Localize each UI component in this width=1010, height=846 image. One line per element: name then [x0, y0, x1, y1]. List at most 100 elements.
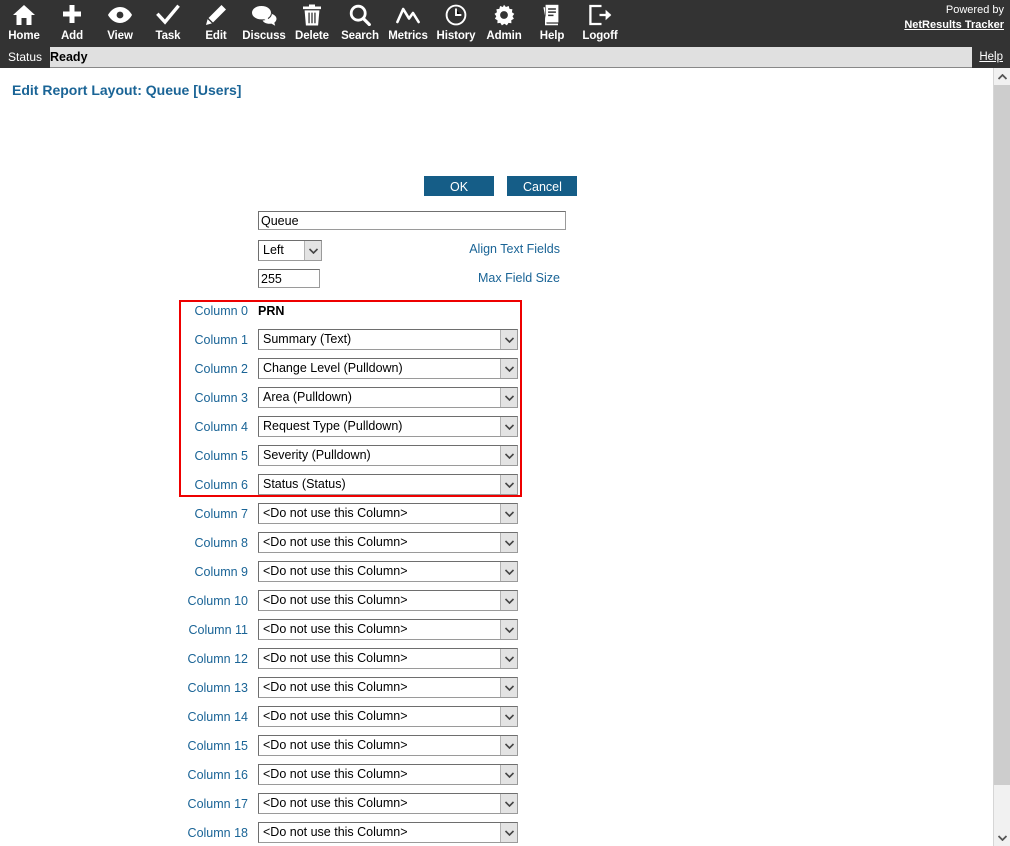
toolbar-item-admin[interactable]: Admin — [480, 0, 528, 47]
toolbar-item-label: Discuss — [242, 30, 286, 42]
column-row: Column 0 PRN — [0, 300, 560, 329]
chevron-down-icon — [500, 823, 517, 842]
column-control-9: <Do not use this Column> — [258, 561, 518, 582]
top-toolbar: Home Add View Task Edit Discuss Delete Search Me… — [0, 0, 1010, 47]
toolbar-item-logoff[interactable]: Logoff — [576, 0, 624, 47]
toolbar-item-view[interactable]: View — [96, 0, 144, 47]
toolbar-item-delete[interactable]: Delete — [288, 0, 336, 47]
column-control-14: <Do not use this Column> — [258, 706, 518, 727]
column-label-12: Column 12 — [187, 652, 248, 666]
cancel-button[interactable]: Cancel — [507, 176, 578, 196]
status-message: Ready — [50, 50, 88, 64]
column-select-1[interactable]: Summary (Text) — [258, 329, 518, 350]
column-select-5[interactable]: Severity (Pulldown) — [258, 445, 518, 466]
column-value-2: Change Level (Pulldown) — [263, 361, 403, 375]
toolbar-item-label: Help — [539, 30, 565, 42]
column-value-10: <Do not use this Column> — [263, 593, 408, 607]
column-select-11[interactable]: <Do not use this Column> — [258, 619, 518, 640]
column-select-10[interactable]: <Do not use this Column> — [258, 590, 518, 611]
speech-bubbles-icon — [251, 3, 277, 27]
toolbar-item-help[interactable]: Help — [528, 0, 576, 47]
chevron-down-icon — [500, 649, 517, 668]
column-select-15[interactable]: <Do not use this Column> — [258, 735, 518, 756]
column-control-1: Summary (Text) — [258, 329, 518, 350]
help-link[interactable]: Help — [972, 47, 1010, 68]
vertical-scrollbar[interactable] — [993, 68, 1010, 846]
column-row: Column 6 Status (Status) — [0, 474, 560, 503]
toolbar-item-history[interactable]: History — [432, 0, 480, 47]
toolbar-item-edit[interactable]: Edit — [192, 0, 240, 47]
max-field-size-label: Max Field Size — [478, 271, 560, 285]
column-control-13: <Do not use this Column> — [258, 677, 518, 698]
chevron-down-icon — [500, 678, 517, 697]
column-row: Column 15 <Do not use this Column> — [0, 735, 560, 764]
column-label-13: Column 13 — [187, 681, 248, 695]
column-select-13[interactable]: <Do not use this Column> — [258, 677, 518, 698]
trash-icon — [299, 3, 325, 27]
status-bar: Status Ready Help — [0, 47, 1010, 68]
button-row: OK Cancel — [424, 176, 578, 196]
toolbar-item-search[interactable]: Search — [336, 0, 384, 47]
column-value-15: <Do not use this Column> — [263, 738, 408, 752]
column-select-9[interactable]: <Do not use this Column> — [258, 561, 518, 582]
chevron-down-icon — [500, 359, 517, 378]
column-select-8[interactable]: <Do not use this Column> — [258, 532, 518, 553]
column-select-3[interactable]: Area (Pulldown) — [258, 387, 518, 408]
check-icon — [155, 3, 181, 27]
max-field-size-row: Max Field Size — [0, 269, 560, 293]
column-control-18: <Do not use this Column> — [258, 822, 518, 843]
toolbar-items: Home Add View Task Edit Discuss Delete Search Me… — [0, 0, 624, 47]
column-value-5: Severity (Pulldown) — [263, 448, 371, 462]
column-label-10: Column 10 — [187, 594, 248, 608]
powered-by-label: Powered by — [945, 4, 1004, 16]
scroll-down-button[interactable] — [994, 829, 1010, 846]
chevron-down-icon — [500, 707, 517, 726]
column-select-12[interactable]: <Do not use this Column> — [258, 648, 518, 669]
chevron-down-icon — [500, 736, 517, 755]
column-label-18: Column 18 — [187, 826, 248, 840]
toolbar-item-task[interactable]: Task — [144, 0, 192, 47]
chevron-down-icon — [500, 620, 517, 639]
column-select-7[interactable]: <Do not use this Column> — [258, 503, 518, 524]
column-select-14[interactable]: <Do not use this Column> — [258, 706, 518, 727]
column-select-17[interactable]: <Do not use this Column> — [258, 793, 518, 814]
toolbar-item-metrics[interactable]: Metrics — [384, 0, 432, 47]
column-row: Column 4 Request Type (Pulldown) — [0, 416, 560, 445]
column-select-16[interactable]: <Do not use this Column> — [258, 764, 518, 785]
column-label-9: Column 9 — [194, 565, 249, 579]
max-field-size-input[interactable] — [258, 269, 320, 288]
toolbar-item-discuss[interactable]: Discuss — [240, 0, 288, 47]
max-field-size-control — [258, 269, 320, 288]
brand-block: Powered by NetResults Tracker — [904, 3, 1004, 33]
column-control-11: <Do not use this Column> — [258, 619, 518, 640]
column-value-11: <Do not use this Column> — [263, 622, 408, 636]
column-select-2[interactable]: Change Level (Pulldown) — [258, 358, 518, 379]
column-value-16: <Do not use this Column> — [263, 767, 408, 781]
toolbar-item-home[interactable]: Home — [0, 0, 48, 47]
report-layout-name-input[interactable] — [258, 211, 566, 230]
document-icon — [539, 3, 565, 27]
column-label-2: Column 2 — [194, 362, 249, 376]
toolbar-item-label: History — [436, 30, 476, 42]
column-label-4: Column 4 — [194, 420, 249, 434]
column-label-5: Column 5 — [194, 449, 249, 463]
toolbar-item-add[interactable]: Add — [48, 0, 96, 47]
scroll-up-button[interactable] — [994, 68, 1010, 85]
column-row: Column 2 Change Level (Pulldown) — [0, 358, 560, 387]
column-label-14: Column 14 — [187, 710, 248, 724]
align-text-fields-row: Align Text Fields Left — [0, 240, 560, 264]
column-select-18[interactable]: <Do not use this Column> — [258, 822, 518, 843]
column-select-4[interactable]: Request Type (Pulldown) — [258, 416, 518, 437]
column-control-8: <Do not use this Column> — [258, 532, 518, 553]
ok-button[interactable]: OK — [424, 176, 494, 196]
column-control-16: <Do not use this Column> — [258, 764, 518, 785]
status-tag: Status — [0, 47, 51, 68]
column-select-6[interactable]: Status (Status) — [258, 474, 518, 495]
scrollbar-thumb[interactable] — [994, 85, 1010, 785]
column-row: Column 13 <Do not use this Column> — [0, 677, 560, 706]
chevron-down-icon — [500, 417, 517, 436]
chevron-down-icon — [500, 330, 517, 349]
netresults-tracker-link[interactable]: NetResults Tracker — [904, 18, 1004, 33]
align-text-fields-select[interactable]: Left — [258, 240, 322, 261]
column-row: Column 1 Summary (Text) — [0, 329, 560, 358]
